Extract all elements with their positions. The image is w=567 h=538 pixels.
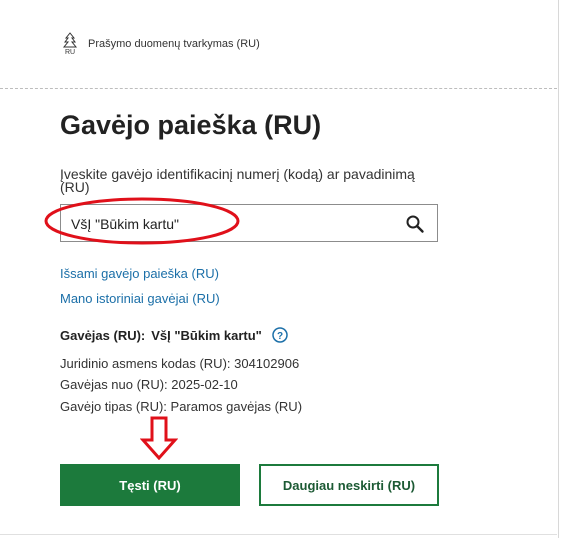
search-field[interactable] <box>60 204 438 242</box>
search-icon[interactable] <box>405 214 425 234</box>
header-title: Prašymo duomenų tvarkymas (RU) <box>88 38 260 50</box>
help-icon[interactable]: ? <box>272 327 288 343</box>
app-logo-icon: RU <box>62 32 78 56</box>
history-recipients-link[interactable]: Mano istoriniai gavėjai (RU) <box>60 291 220 306</box>
detailed-search-link[interactable]: Išsami gavėjo paieška (RU) <box>60 266 219 281</box>
annotation-arrow-icon <box>140 416 178 460</box>
recipient-line: Gavėjas (RU): VšĮ "Būkim kartu" ? <box>60 327 288 343</box>
recipient-name: VšĮ "Būkim kartu" <box>151 327 262 343</box>
recipient-type: Gavėjo tipas (RU): Paramos gavėjas (RU) <box>60 399 303 414</box>
header-divider <box>0 88 557 89</box>
recipient-legal-code: Juridinio asmens kodas (RU): 304102906 <box>60 356 300 371</box>
search-label: Įveskite gavėjo identifikacinį numerį (k… <box>60 166 415 195</box>
bottom-divider <box>0 534 557 535</box>
continue-button[interactable]: Tęsti (RU) <box>60 464 240 506</box>
frame-border <box>558 0 559 538</box>
app-header: RU Prašymo duomenų tvarkymas (RU) <box>60 32 260 56</box>
search-input[interactable] <box>71 214 391 234</box>
app-logo-text: RU <box>65 49 75 56</box>
page-title: Gavėjo paieška (RU) <box>60 110 322 140</box>
recipient-label: Gavėjas (RU): <box>60 327 146 343</box>
recipient-since: Gavėjas nuo (RU): 2025-02-10 <box>60 377 238 392</box>
svg-text:?: ? <box>277 331 283 342</box>
no-more-button[interactable]: Daugiau neskirti (RU) <box>259 464 439 506</box>
